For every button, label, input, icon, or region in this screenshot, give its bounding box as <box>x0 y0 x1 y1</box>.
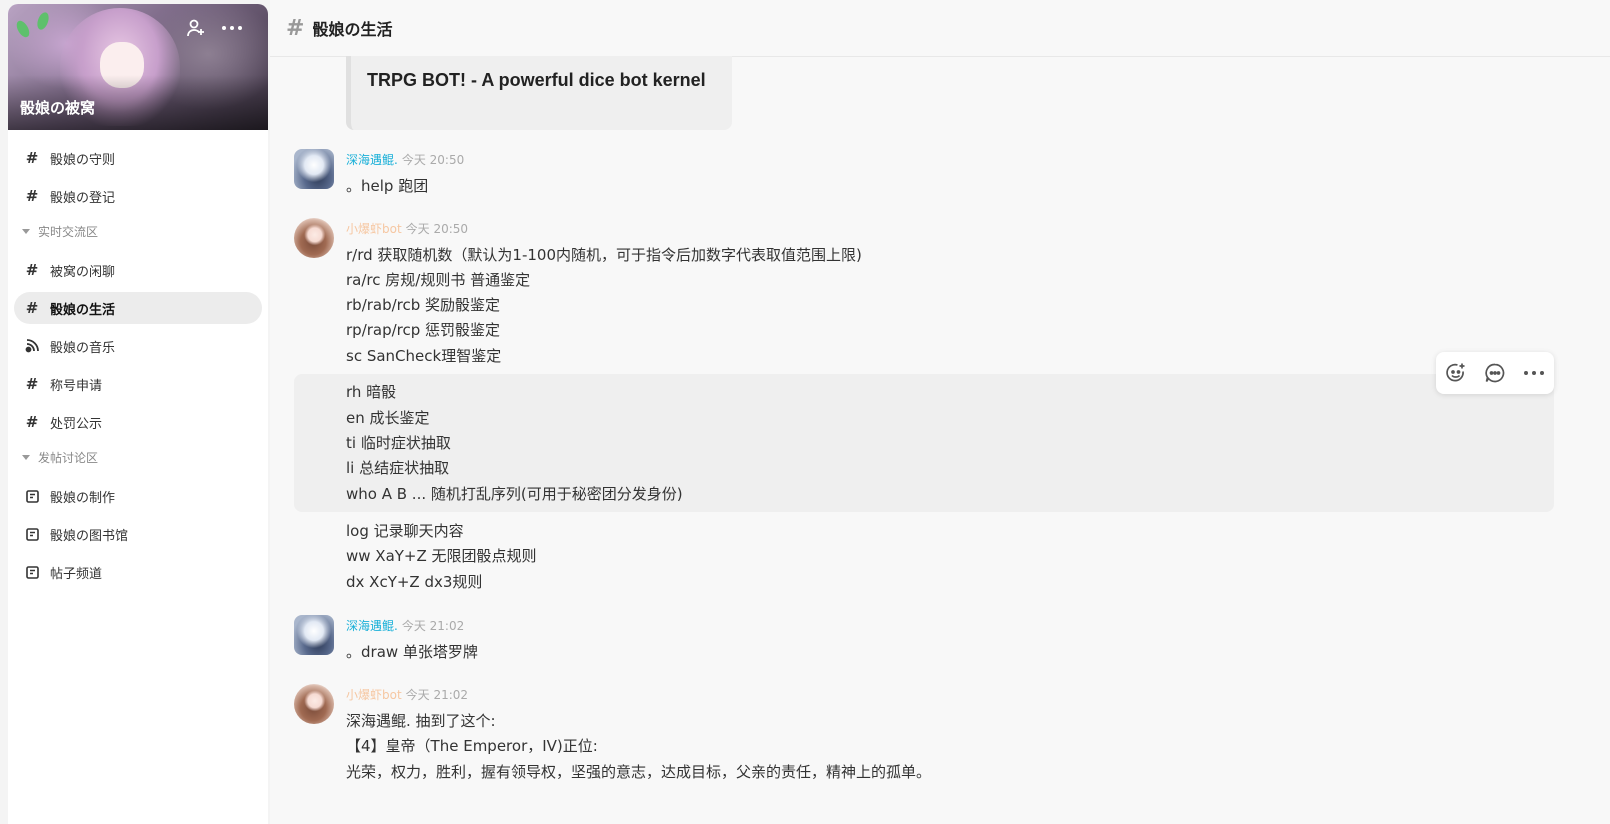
message-text: who A B ... 随机打乱序列(可用于秘密团分发身份) <box>346 485 683 503</box>
channel-item-register[interactable]: # 骰娘の登记 <box>14 180 262 212</box>
message-text: 。help 跑团 <box>346 177 429 195</box>
banner-leaf-decoration <box>14 18 32 40</box>
message-meta: 深海遇鲲. 今天 21:02 <box>346 617 464 634</box>
message-meta: 深海遇鲲. 今天 20:50 <box>346 151 464 168</box>
author-name[interactable]: 深海遇鲲. <box>346 153 398 167</box>
timestamp: 今天 20:50 <box>405 222 469 236</box>
post-icon <box>24 488 40 504</box>
hash-icon: # <box>25 374 39 393</box>
channel-label: 骰娘の制作 <box>50 490 116 506</box>
message-text: ra/rc 房规/规则书 普通鉴定 <box>346 271 531 289</box>
chat-panel: # 骰娘の生活 TRPG BOT! - A powerful dice bot … <box>270 0 1610 824</box>
category-label: 发帖讨论区 <box>38 450 99 465</box>
chevron-down-icon <box>22 454 30 460</box>
server-name: 骰娘の被窝 <box>20 99 96 117</box>
post-icon <box>24 564 40 580</box>
more-options-icon[interactable] <box>220 16 244 40</box>
chevron-down-icon <box>22 228 30 234</box>
avatar[interactable] <box>294 149 334 189</box>
add-reaction-icon[interactable] <box>1443 360 1469 386</box>
channel-item-life[interactable]: # 骰娘の生活 <box>14 292 262 324</box>
hash-icon: # <box>25 412 39 431</box>
timestamp: 今天 21:02 <box>405 688 469 702</box>
message-text: ww XaY+Z 无限团骰点规则 <box>346 547 537 565</box>
post-icon <box>24 526 40 542</box>
message-text: 【4】皇帝（The Emperor，IV)正位: <box>346 737 598 755</box>
channel-label: 帖子频道 <box>50 566 103 582</box>
avatar[interactable] <box>294 615 334 655</box>
channel-label: 被窝の闲聊 <box>50 264 116 280</box>
music-icon <box>24 338 40 354</box>
message-text: rp/rap/rcp 惩罚骰鉴定 <box>346 321 501 339</box>
hash-icon: # <box>25 186 39 205</box>
category-label: 实时交流区 <box>38 224 99 239</box>
channel-label: 骰娘の音乐 <box>50 340 116 356</box>
banner-leaf-decoration <box>35 10 51 32</box>
sidebar: 骰娘の被窝 # 骰娘の守则 # 骰娘の登记 实时交流区 # 被窝の闲聊 # 骰娘… <box>8 4 268 824</box>
avatar[interactable] <box>294 218 334 258</box>
channel-title: 骰娘の生活 <box>312 20 393 39</box>
server-banner[interactable]: 骰娘の被窝 <box>8 4 268 130</box>
avatar[interactable] <box>294 684 334 724</box>
message-text: rh 暗骰 <box>346 383 397 401</box>
category-realtime[interactable]: 实时交流区 <box>14 220 262 242</box>
hash-icon: # <box>25 148 39 167</box>
hash-icon: # <box>25 298 39 317</box>
invite-user-icon[interactable] <box>184 16 208 40</box>
timestamp: 今天 20:50 <box>401 153 465 167</box>
channel-item-music[interactable]: 骰娘の音乐 <box>14 330 262 362</box>
channel-label: 骰娘の图书馆 <box>50 528 129 544</box>
channel-item-punishment[interactable]: # 处罚公示 <box>14 406 262 438</box>
message-text: rb/rab/rcb 奖励骰鉴定 <box>346 296 501 314</box>
author-name[interactable]: 深海遇鲲. <box>346 619 398 633</box>
author-name[interactable]: 小爆虾bot <box>346 222 402 236</box>
channel-label: 处罚公示 <box>50 416 103 432</box>
channel-label: 骰娘の登记 <box>50 190 116 206</box>
message-text: en 成长鉴定 <box>346 409 430 427</box>
message-text: li 总结症状抽取 <box>346 459 450 477</box>
message-text: dx XcY+Z dx3规则 <box>346 573 483 591</box>
channel-header: # 骰娘の生活 <box>270 0 1610 57</box>
embed-title: TRPG BOT! - A powerful dice bot kernel <box>367 70 706 90</box>
message-text: log 记录聊天内容 <box>346 522 464 540</box>
message-meta: 小爆虾bot 今天 21:02 <box>346 686 468 703</box>
channel-item-posts[interactable]: 帖子频道 <box>14 556 262 588</box>
link-embed-card[interactable]: TRPG BOT! - A powerful dice bot kernel <box>346 56 732 130</box>
message-meta: 小爆虾bot 今天 20:50 <box>346 220 468 237</box>
channel-item-title-apply[interactable]: # 称号申请 <box>14 368 262 400</box>
timestamp: 今天 21:02 <box>401 619 465 633</box>
category-forum[interactable]: 发帖讨论区 <box>14 446 262 468</box>
channel-label: 称号申请 <box>50 378 103 394</box>
message-text: ti 临时症状抽取 <box>346 434 451 452</box>
message-text: r/rd 获取随机数（默认为1-100内随机，可于指令后加数字代表取值范围上限) <box>346 246 862 264</box>
author-name[interactable]: 小爆虾bot <box>346 688 402 702</box>
channel-label: 骰娘の生活 <box>50 302 116 318</box>
channel-item-chat[interactable]: # 被窝の闲聊 <box>14 254 262 286</box>
message-action-toolbar <box>1436 352 1554 394</box>
message-text: sc SanCheck理智鉴定 <box>346 347 502 365</box>
message-text: 光荣，权力，胜利，握有领导权，坚强的意志，达成目标，父亲的责任，精神上的孤单。 <box>346 763 932 781</box>
hash-icon: # <box>25 260 39 279</box>
channel-item-library[interactable]: 骰娘の图书馆 <box>14 518 262 550</box>
more-options-icon[interactable] <box>1521 360 1547 386</box>
message-text: 。draw 单张塔罗牌 <box>346 643 478 661</box>
channel-list: # 骰娘の守则 # 骰娘の登记 实时交流区 # 被窝の闲聊 # 骰娘の生活 骰娘… <box>8 130 268 588</box>
message-text: 深海遇鲲. 抽到了这个: <box>346 712 496 730</box>
channel-item-rules[interactable]: # 骰娘の守则 <box>14 142 262 174</box>
reply-icon[interactable] <box>1482 360 1508 386</box>
channel-label: 骰娘の守则 <box>50 152 116 168</box>
channel-item-making[interactable]: 骰娘の制作 <box>14 480 262 512</box>
hash-icon: # <box>286 15 305 41</box>
